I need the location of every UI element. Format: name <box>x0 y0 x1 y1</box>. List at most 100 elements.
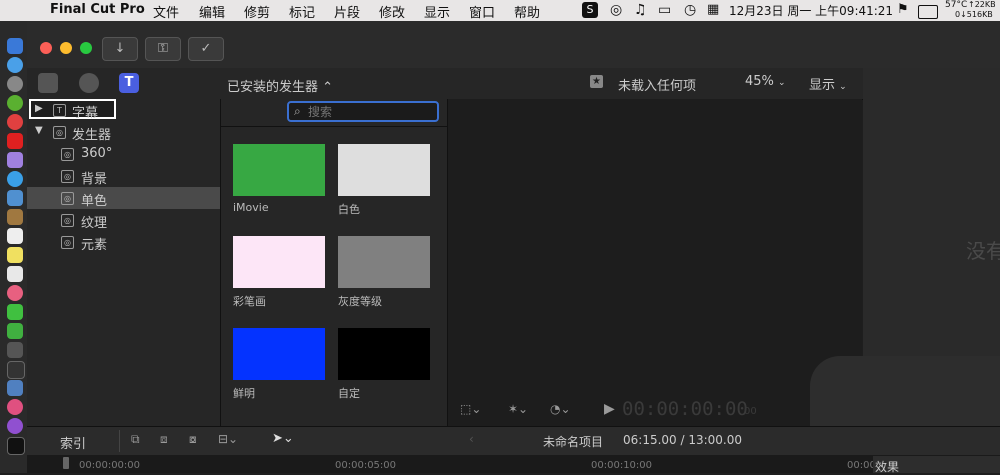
minimize-window-button[interactable] <box>60 42 72 54</box>
globe-icon[interactable]: ◎ <box>610 2 622 18</box>
menu-help[interactable]: 帮助 <box>514 2 540 21</box>
disclosure-down-icon[interactable]: ▼ <box>35 125 43 136</box>
disclosure-right-icon[interactable]: ▶ <box>35 103 43 114</box>
reminders-icon[interactable] <box>7 266 23 282</box>
menu-view[interactable]: 显示 <box>424 2 450 21</box>
safari-icon[interactable] <box>7 171 23 187</box>
sidebar-item-elements[interactable]: ◎ 元素 <box>27 231 220 253</box>
contacts-icon[interactable] <box>7 209 23 225</box>
menu-modify[interactable]: 修改 <box>379 2 405 21</box>
generator-thumb-custom[interactable] <box>338 328 430 380</box>
sidebar-item-solids[interactable]: ◎ 单色 <box>27 187 220 209</box>
airplay-icon[interactable]: ▭ <box>658 2 671 18</box>
browser-header[interactable]: 已安装的发生器 ⌃ <box>227 76 333 95</box>
menu-file[interactable]: 文件 <box>153 2 179 21</box>
connect-clip-icon[interactable]: ⧉ <box>131 432 140 447</box>
zoom-menu[interactable]: 45% ⌄ <box>745 74 786 89</box>
cpu-temp: 57°C <box>945 0 968 10</box>
battery-icon[interactable] <box>918 5 938 19</box>
sidebar-item-textures[interactable]: ◎ 纹理 <box>27 209 220 231</box>
generator-thumb-pastel[interactable] <box>233 236 325 288</box>
itunes-icon[interactable] <box>7 399 23 415</box>
generator-thumb-vivid[interactable] <box>233 328 325 380</box>
menu-edit[interactable]: 编辑 <box>199 2 225 21</box>
menu-mark[interactable]: 标记 <box>289 2 315 21</box>
close-window-button[interactable] <box>40 42 52 54</box>
search-input[interactable] <box>308 104 433 119</box>
zoom-value: 45% <box>745 74 774 89</box>
sidebar-item-360[interactable]: ◎ 360° <box>27 143 220 165</box>
flag-icon[interactable]: ⚑ <box>897 2 909 17</box>
s-app-icon[interactable]: S <box>582 2 598 18</box>
divider <box>221 126 447 127</box>
generator-label: 灰度等级 <box>338 295 382 308</box>
enhance-icon[interactable]: ✶⌄ <box>508 402 528 416</box>
viewer <box>448 68 862 426</box>
playhead-icon[interactable] <box>63 457 69 469</box>
appletv-icon[interactable] <box>7 437 25 455</box>
launchpad-icon[interactable] <box>7 76 23 92</box>
siri-icon[interactable] <box>7 57 23 73</box>
clock[interactable]: 12月23日 周一 上午09:41:21 <box>729 2 893 19</box>
android-icon[interactable] <box>7 95 23 111</box>
ruler-tick: 00:00:00:00 <box>79 460 141 471</box>
background-tasks-button[interactable]: ✓ <box>188 37 224 61</box>
import-button[interactable]: ↓ <box>102 37 138 61</box>
select-tool-icon[interactable]: ➤⌄ <box>272 431 294 446</box>
podcasts-icon[interactable] <box>7 418 23 434</box>
calendar-icon[interactable]: ▦ <box>707 2 719 17</box>
display-menu[interactable]: 显示 ⌄ <box>809 74 847 93</box>
checkmark-icon: ✓ <box>200 41 212 56</box>
weibo-icon[interactable] <box>7 133 23 149</box>
keynote-icon[interactable] <box>7 380 23 396</box>
inspector-empty-text: 没有 <box>966 239 1000 263</box>
notes-icon[interactable] <box>7 247 23 263</box>
photos-icon[interactable] <box>7 285 23 301</box>
overlay-patch <box>810 356 1000 426</box>
sidebar-item-backgrounds[interactable]: ◎ 背景 <box>27 165 220 187</box>
preview-icon[interactable] <box>7 190 23 206</box>
generator-browser: ⌕ iMovie 白色 彩笔画 灰度等级 鲜明 自定 <box>221 99 448 426</box>
sidebar-item-generators[interactable]: ▼ ◎ 发生器 <box>27 121 220 143</box>
generator-thumb-grayscale[interactable] <box>338 236 430 288</box>
overwrite-clip-icon[interactable]: ⊟⌄ <box>218 432 238 446</box>
back-icon[interactable]: ‹ <box>469 432 474 446</box>
app-menu[interactable]: Final Cut Pro <box>50 2 145 17</box>
menu-clip[interactable]: 片段 <box>334 2 360 21</box>
insert-clip-icon[interactable]: ⧈ <box>160 432 168 447</box>
libraries-icon[interactable] <box>38 73 58 93</box>
crop-icon[interactable]: ⬚⌄ <box>460 402 481 416</box>
search-field[interactable]: ⌕ <box>287 101 439 122</box>
menu-bar: Final Cut Pro 文件 编辑 修剪 标记 片段 修改 显示 窗口 帮助… <box>0 0 1000 21</box>
ruler-tick: 00:00:05:00 <box>335 460 397 471</box>
generator-thumb-imovie[interactable] <box>233 144 325 196</box>
generator-icon: ◎ <box>53 126 66 139</box>
zoom-window-button[interactable] <box>80 42 92 54</box>
play-icon[interactable]: ▶ <box>604 401 615 417</box>
photos-audio-icon[interactable] <box>79 73 99 93</box>
effects-label[interactable]: 效果 <box>875 458 899 475</box>
retime-icon[interactable]: ◔⌄ <box>550 402 571 416</box>
sidebar-item-titles[interactable]: ▶ T 字幕 <box>27 99 220 121</box>
finder-icon[interactable] <box>7 38 23 54</box>
menu-trim[interactable]: 修剪 <box>244 2 270 21</box>
menu-window[interactable]: 窗口 <box>469 2 495 21</box>
viewer-timecode[interactable]: 00:00:00:00 <box>622 398 748 420</box>
generator-thumb-white[interactable] <box>338 144 430 196</box>
facetime-icon[interactable] <box>7 304 23 320</box>
titles-generators-icon[interactable]: T <box>119 73 139 93</box>
timemachine-icon[interactable]: ◷ <box>684 2 696 18</box>
generator-icon: ◎ <box>61 214 74 227</box>
index-button[interactable]: 索引 <box>60 433 86 452</box>
generator-icon: ◎ <box>61 170 74 183</box>
settings-icon[interactable] <box>7 342 23 358</box>
chrome-icon[interactable] <box>7 114 23 130</box>
activity-icon[interactable] <box>7 361 25 379</box>
keywords-button[interactable]: ⚿ <box>145 37 181 61</box>
append-clip-icon[interactable]: ⧇ <box>189 432 197 447</box>
key-icon: ⚿ <box>158 41 168 56</box>
messages-icon[interactable] <box>7 323 23 339</box>
music-icon[interactable]: ♫ <box>634 2 647 18</box>
calendar-dock-icon[interactable] <box>7 228 23 244</box>
app-icon[interactable] <box>7 152 23 168</box>
